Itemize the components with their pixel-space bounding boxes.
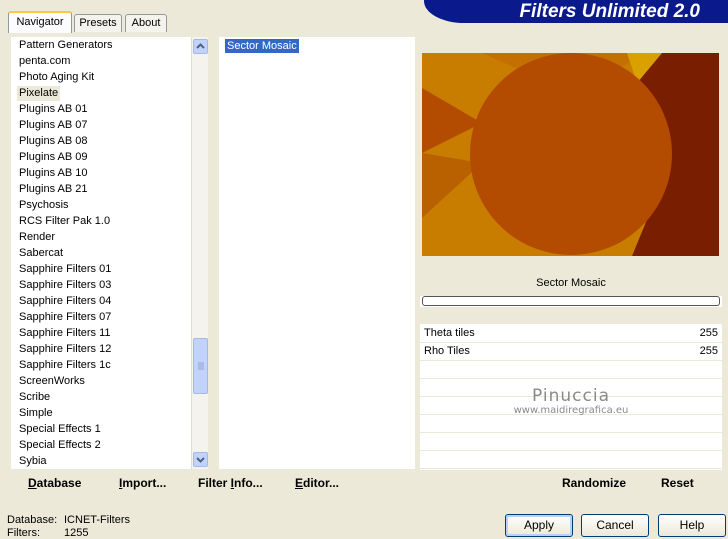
selected-filter-name: Sector Mosaic (420, 270, 722, 296)
filters-label: Filters: (7, 527, 40, 539)
category-item[interactable]: Plugins AB 07 (17, 118, 90, 133)
category-item[interactable]: Pattern Generators (17, 38, 115, 53)
randomize-button[interactable]: Randomize (562, 476, 626, 490)
scroll-down-button[interactable] (193, 452, 208, 467)
tab-navigator[interactable]: Navigator (8, 11, 72, 33)
param-label: Theta tiles (424, 327, 475, 339)
category-item[interactable]: Sapphire Filters 03 (17, 278, 113, 293)
category-item[interactable]: Sapphire Filters 07 (17, 310, 113, 325)
category-list[interactable]: Pattern Generators penta.com Photo Aging K… (11, 37, 208, 469)
category-item[interactable]: Simple (17, 406, 55, 421)
tab-presets[interactable]: Presets (74, 14, 122, 32)
progress-bar (422, 296, 720, 306)
param-label: Rho Tiles (424, 345, 470, 357)
scroll-thumb[interactable] (193, 338, 208, 394)
category-item[interactable]: Scribe (17, 390, 52, 405)
watermark: Pinuccia www.maidiregrafica.eu (420, 386, 722, 416)
category-item[interactable]: Render (17, 230, 57, 245)
category-item[interactable]: Sapphire Filters 11 (17, 326, 113, 341)
filter-item-sector-mosaic[interactable]: Sector Mosaic (225, 39, 299, 53)
category-item[interactable]: Sapphire Filters 1c (17, 358, 113, 373)
filters-value: 1255 (64, 527, 89, 539)
param-value: 255 (699, 345, 718, 357)
category-item[interactable]: Psychosis (17, 198, 71, 213)
category-item[interactable]: Plugins AB 21 (17, 182, 90, 197)
chevron-down-icon (196, 457, 205, 463)
right-action-bar: Randomize Reset (420, 470, 722, 497)
category-item[interactable]: Plugins AB 08 (17, 134, 90, 149)
filter-info-button[interactable]: Filter Info... (198, 476, 263, 490)
preview-image (422, 53, 719, 256)
category-item[interactable]: Photo Aging Kit (17, 70, 96, 85)
category-item[interactable]: Sapphire Filters 12 (17, 342, 113, 357)
database-value: ICNET-Filters (64, 514, 130, 526)
category-item[interactable]: Plugins AB 01 (17, 102, 90, 117)
chevron-up-icon (196, 43, 205, 49)
reset-button[interactable]: Reset (661, 476, 694, 490)
param-row-rho-tiles[interactable]: Rho Tiles 255 (420, 343, 722, 361)
app-logo: Filters Unlimited 2.0 (424, 0, 728, 23)
category-item[interactable]: Special Effects 1 (17, 422, 103, 437)
import-button[interactable]: Import... (119, 476, 166, 490)
database-label: Database: (7, 514, 58, 526)
database-button[interactable]: Database (28, 476, 81, 490)
scroll-up-button[interactable] (193, 39, 208, 54)
category-item[interactable]: Sapphire Filters 04 (17, 294, 113, 309)
watermark-name: Pinuccia (532, 386, 610, 406)
category-item[interactable]: Sapphire Filters 01 (17, 262, 113, 277)
parameter-pane: Sector Mosaic Theta tiles 255 Rho Tiles … (420, 270, 722, 470)
cancel-button[interactable]: Cancel (581, 514, 649, 537)
category-item[interactable]: ScreenWorks (17, 374, 87, 389)
grip-icon (198, 362, 204, 370)
category-item[interactable]: Sabercat (17, 246, 65, 261)
category-item[interactable]: Plugins AB 09 (17, 150, 90, 165)
category-scrollbar[interactable] (191, 37, 208, 469)
watermark-url: www.maidiregrafica.eu (513, 405, 629, 416)
filter-list[interactable]: Sector Mosaic (219, 37, 415, 469)
param-row-theta-tiles[interactable]: Theta tiles 255 (420, 325, 722, 343)
editor-button[interactable]: Editor... (295, 476, 339, 490)
category-item[interactable]: Plugins AB 10 (17, 166, 90, 181)
help-button[interactable]: Help (658, 514, 726, 537)
apply-button[interactable]: Apply (505, 514, 573, 537)
category-item[interactable]: RCS Filter Pak 1.0 (17, 214, 112, 229)
param-value: 255 (699, 327, 718, 339)
tab-about[interactable]: About (125, 14, 167, 32)
category-item[interactable]: Pixelate (17, 86, 61, 101)
category-item[interactable]: Special Effects 2 (17, 438, 103, 453)
category-item[interactable]: penta.com (17, 54, 72, 69)
action-bar: Database Import... Filter Info... Editor… (11, 470, 415, 497)
category-item[interactable]: Sybia (17, 454, 49, 469)
